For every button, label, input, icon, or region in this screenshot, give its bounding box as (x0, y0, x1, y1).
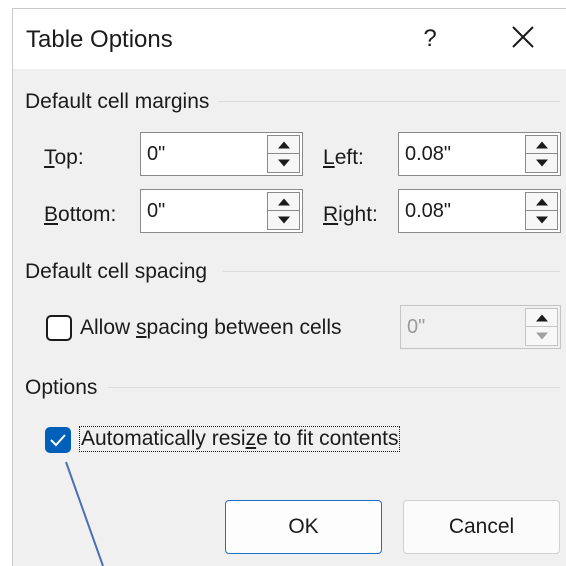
left-margin-value: 0.08" (405, 143, 452, 165)
arrow-up-icon (277, 198, 290, 205)
allow-spacing-checkbox[interactable] (46, 315, 72, 341)
bottom-margin-value: 0" (147, 200, 166, 222)
arrow-down-icon (535, 332, 548, 340)
arrow-up-icon (535, 198, 548, 205)
cell-spacing-spin-buttons (525, 308, 558, 346)
cancel-button[interactable]: Cancel (403, 500, 560, 554)
bottom-margin-spin-buttons (267, 192, 300, 230)
arrow-down-icon (535, 216, 548, 224)
close-button[interactable] (509, 23, 537, 51)
top-margin-increment[interactable] (268, 136, 299, 154)
cell-spacing-increment[interactable] (526, 309, 557, 327)
autoresize-label: Automatically resize to fit contents (79, 426, 401, 452)
left-margin-spinner[interactable]: 0.08" (398, 132, 561, 176)
margins-group-divider (218, 101, 560, 102)
options-group-divider (108, 387, 560, 388)
arrow-up-icon (535, 141, 548, 148)
top-margin-decrement[interactable] (268, 154, 299, 172)
top-margin-spinner[interactable]: 0" (140, 132, 303, 176)
cell-spacing-decrement[interactable] (526, 327, 557, 345)
arrow-down-icon (277, 216, 290, 224)
autoresize-checkbox[interactable] (45, 427, 71, 453)
close-icon (512, 26, 534, 48)
right-margin-value: 0.08" (405, 200, 452, 222)
arrow-down-icon (277, 159, 290, 167)
checkmark-icon (50, 434, 66, 447)
cell-spacing-value: 0" (407, 316, 426, 338)
top-margin-value: 0" (147, 143, 166, 165)
left-label: Left: (323, 146, 364, 169)
top-margin-spin-buttons (267, 135, 300, 173)
spacing-group-label: Default cell spacing (25, 260, 214, 284)
right-margin-increment[interactable] (526, 193, 557, 211)
right-margin-decrement[interactable] (526, 211, 557, 229)
arrow-down-icon (535, 159, 548, 167)
title-bar: Table Options ? (13, 9, 566, 69)
options-group-label: Options (25, 376, 104, 400)
left-margin-increment[interactable] (526, 136, 557, 154)
right-margin-spin-buttons (525, 192, 558, 230)
help-button[interactable]: ? (418, 25, 442, 53)
bottom-margin-increment[interactable] (268, 193, 299, 211)
right-label: Right: (323, 203, 378, 226)
top-label: Top: (44, 146, 84, 169)
margins-group-label: Default cell margins (25, 90, 216, 114)
right-margin-spinner[interactable]: 0.08" (398, 189, 561, 233)
arrow-up-icon (535, 314, 548, 321)
left-margin-spin-buttons (525, 135, 558, 173)
spacing-group-divider (223, 271, 560, 272)
allow-spacing-label: Allow spacing between cells (80, 316, 342, 339)
bottom-label: Bottom: (44, 203, 117, 226)
dialog-title: Table Options (26, 26, 173, 53)
bottom-margin-spinner[interactable]: 0" (140, 189, 303, 233)
table-options-dialog: Table Options ? Default cell margins Top… (12, 8, 566, 566)
left-margin-decrement[interactable] (526, 154, 557, 172)
bottom-margin-decrement[interactable] (268, 211, 299, 229)
ok-button[interactable]: OK (225, 500, 382, 554)
cell-spacing-spinner[interactable]: 0" (400, 305, 561, 349)
arrow-up-icon (277, 141, 290, 148)
